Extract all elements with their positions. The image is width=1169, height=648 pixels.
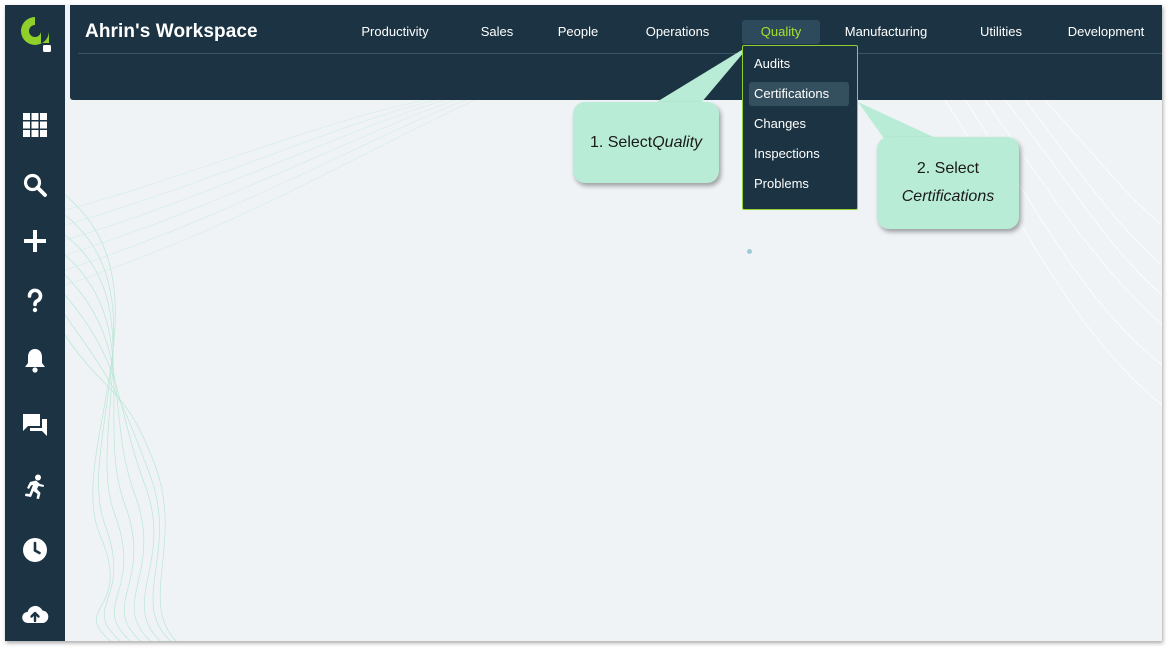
nav-quality[interactable]: Quality	[742, 20, 820, 44]
nav-productivity[interactable]: Productivity	[353, 20, 437, 44]
callout-step-2-emphasis: Certifications	[901, 188, 995, 205]
topbar-divider	[78, 53, 1162, 54]
nav-operations[interactable]: Operations	[635, 20, 720, 44]
left-sidebar	[5, 5, 65, 641]
menu-item-audits[interactable]: Audits	[749, 52, 849, 76]
search-icon[interactable]	[15, 165, 55, 205]
nav-development[interactable]: Development	[1060, 20, 1152, 44]
quality-dropdown-menu: Audits Certifications Changes Inspection…	[742, 45, 858, 210]
bell-icon[interactable]	[15, 340, 55, 380]
menu-item-problems[interactable]: Problems	[749, 172, 849, 196]
nav-sales[interactable]: Sales	[470, 20, 524, 44]
nav-manufacturing[interactable]: Manufacturing	[834, 20, 938, 44]
chat-icon[interactable]	[15, 405, 55, 445]
callout-step-1-text: 1. Select	[589, 133, 653, 151]
menu-item-inspections[interactable]: Inspections	[749, 142, 849, 166]
add-icon[interactable]	[15, 221, 55, 261]
apps-grid-icon[interactable]	[15, 105, 55, 145]
callout-step-1-emphasis: Quality	[652, 133, 703, 151]
clock-icon[interactable]	[15, 530, 55, 570]
menu-item-certifications[interactable]: Certifications	[749, 82, 849, 106]
app-logo[interactable]	[17, 13, 53, 53]
help-icon[interactable]	[15, 280, 55, 320]
menu-item-changes[interactable]: Changes	[749, 112, 849, 136]
nav-people[interactable]: People	[548, 20, 608, 44]
activity-icon[interactable]	[15, 467, 55, 507]
callout-step-1: 1. Select Quality	[573, 102, 719, 183]
workspace-title: Ahrin's Workspace	[85, 21, 258, 42]
callout-step-2-text: 2. Select	[916, 160, 980, 177]
cloud-upload-icon[interactable]	[15, 595, 55, 635]
app-window: Ahrin's Workspace Productivity Sales Peo…	[5, 5, 1162, 641]
callout-step-2: 2. Select Certifications	[877, 137, 1019, 229]
top-navigation-bar: Ahrin's Workspace Productivity Sales Peo…	[70, 5, 1162, 100]
background-waves	[64, 99, 1162, 641]
mouse-cursor-marker	[747, 249, 752, 254]
nav-utilities[interactable]: Utilities	[969, 20, 1033, 44]
